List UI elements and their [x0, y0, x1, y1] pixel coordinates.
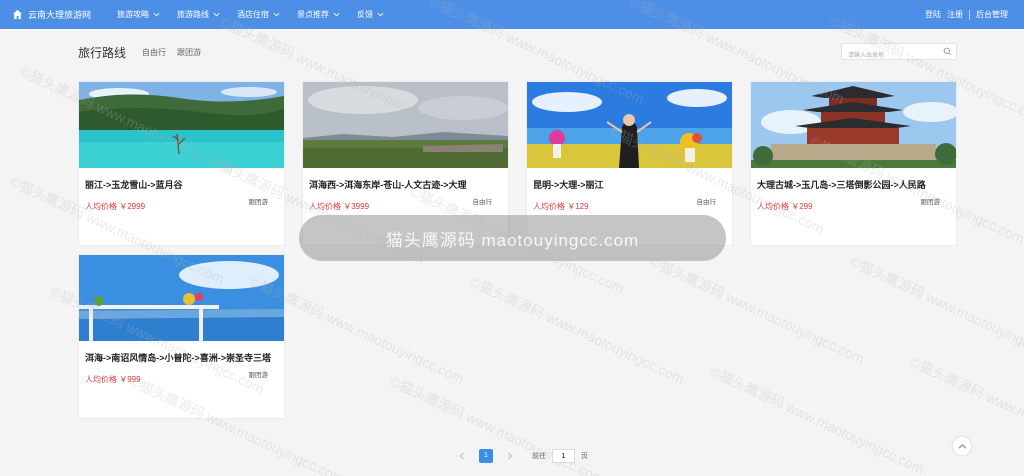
nav-item-guides[interactable]: 旅游攻略 — [117, 9, 160, 20]
nav-label: 反馈 — [357, 10, 374, 19]
filter-group-tour[interactable]: 跟团游 — [177, 47, 201, 58]
route-type-tag: 跟团游 — [920, 199, 941, 206]
brand-name: 云南大理旅游网 — [28, 10, 92, 20]
main-nav: 旅游攻略 旅游路线 酒店住宿 景点推荐 反馈 — [117, 9, 401, 20]
search-icon[interactable] — [943, 47, 952, 56]
chevron-down-icon — [333, 12, 340, 17]
admin-link[interactable]: 后台管理 — [976, 9, 1008, 20]
nav-item-attractions[interactable]: 景点推荐 — [297, 9, 340, 20]
chevron-down-icon — [213, 12, 220, 17]
page-number-current[interactable]: 1 — [479, 449, 493, 463]
chevron-down-icon — [377, 12, 384, 17]
route-type-tag: 自由行 — [696, 199, 717, 206]
chevron-down-icon — [273, 12, 280, 17]
watermark-text: ©猫头鹰源码 www.maotouyingcc.com — [647, 253, 867, 367]
register-link[interactable]: 注册 — [947, 9, 963, 20]
nav-label: 酒店住宿 — [237, 10, 270, 19]
route-image-ancient-tower — [751, 82, 956, 168]
brand[interactable]: 云南大理旅游网 — [12, 8, 91, 21]
chevron-up-icon — [958, 443, 966, 449]
route-price: 人均价格 ￥129 — [533, 202, 589, 211]
route-title: 洱海->南诏风情岛->小普陀->喜洲->崇圣寺三塔 — [85, 353, 272, 363]
watermark-text: ©猫头鹰源码 www.maotouyingcc.com — [707, 363, 927, 476]
route-type-tag: 自由行 — [472, 199, 493, 206]
watermark-banner: 猫头鹰源码 maotouyingcc.com — [299, 215, 726, 261]
divider — [969, 9, 970, 20]
page-suffix: 页 — [581, 453, 588, 460]
route-price: 人均价格 ￥299 — [757, 202, 813, 211]
route-price: 人均价格 ￥3999 — [309, 202, 370, 211]
nav-label: 景点推荐 — [297, 10, 330, 19]
route-image-lakeside-pergola — [79, 255, 284, 341]
search-box — [841, 43, 957, 64]
route-card[interactable]: 丽江->玉龙雪山->蓝月谷 人均价格 ￥2999 跟团游 — [78, 81, 285, 246]
home-icon — [12, 9, 23, 20]
pagination: 1 前往 页 — [458, 449, 588, 463]
route-image-lake-forest — [79, 82, 284, 168]
route-price: 人均价格 ￥999 — [85, 375, 141, 384]
nav-item-hotels[interactable]: 酒店住宿 — [237, 9, 280, 20]
route-card[interactable]: 大理古城->玉几岛->三塔倒影公园->人民路 人均价格 ￥299 跟团游 — [750, 81, 957, 246]
top-navbar: 云南大理旅游网 旅游攻略 旅游路线 酒店住宿 景点推荐 反馈 登陆 注册 后台管… — [0, 0, 1024, 29]
nav-label: 旅游攻略 — [117, 10, 150, 19]
route-title: 昆明->大理->丽江 — [533, 180, 604, 190]
back-to-top-button[interactable] — [953, 437, 971, 455]
nav-label: 旅游路线 — [177, 10, 210, 19]
goto-label: 前往 — [532, 453, 546, 460]
route-image-girl-flowers-sea — [527, 82, 732, 168]
watermark-text: ©猫头鹰源码 www.maotouyingcc.com — [847, 253, 1024, 367]
user-links: 登陆 注册 后台管理 — [925, 0, 1008, 29]
search-input[interactable] — [842, 48, 938, 64]
route-type-tag: 跟团游 — [248, 199, 269, 206]
page-jump-input[interactable] — [552, 449, 575, 463]
chevron-right-icon[interactable] — [506, 452, 514, 460]
filter-free-travel[interactable]: 自由行 — [142, 47, 166, 58]
watermark-text: ©猫头鹰源码 www.maotouyingcc.com — [467, 273, 687, 387]
nav-item-feedback[interactable]: 反馈 — [357, 9, 384, 20]
route-title: 大理古城->玉几岛->三塔倒影公园->人民路 — [757, 180, 926, 190]
route-type-tag: 跟团游 — [248, 372, 269, 379]
route-title: 丽江->玉龙雪山->蓝月谷 — [85, 180, 183, 190]
route-price: 人均价格 ￥2999 — [85, 202, 146, 211]
route-image-erhai-fields — [303, 82, 508, 168]
nav-item-routes[interactable]: 旅游路线 — [177, 9, 220, 20]
route-title: 洱海西->洱海东岸-苍山-人文古迹->大理 — [309, 180, 467, 190]
page-title: 旅行路线 — [78, 46, 127, 60]
login-link[interactable]: 登陆 — [925, 9, 941, 20]
chevron-left-icon[interactable] — [458, 452, 466, 460]
chevron-down-icon — [153, 12, 160, 17]
route-card[interactable]: 洱海->南诏风情岛->小普陀->喜洲->崇圣寺三塔 人均价格 ￥999 跟团游 — [78, 254, 285, 419]
